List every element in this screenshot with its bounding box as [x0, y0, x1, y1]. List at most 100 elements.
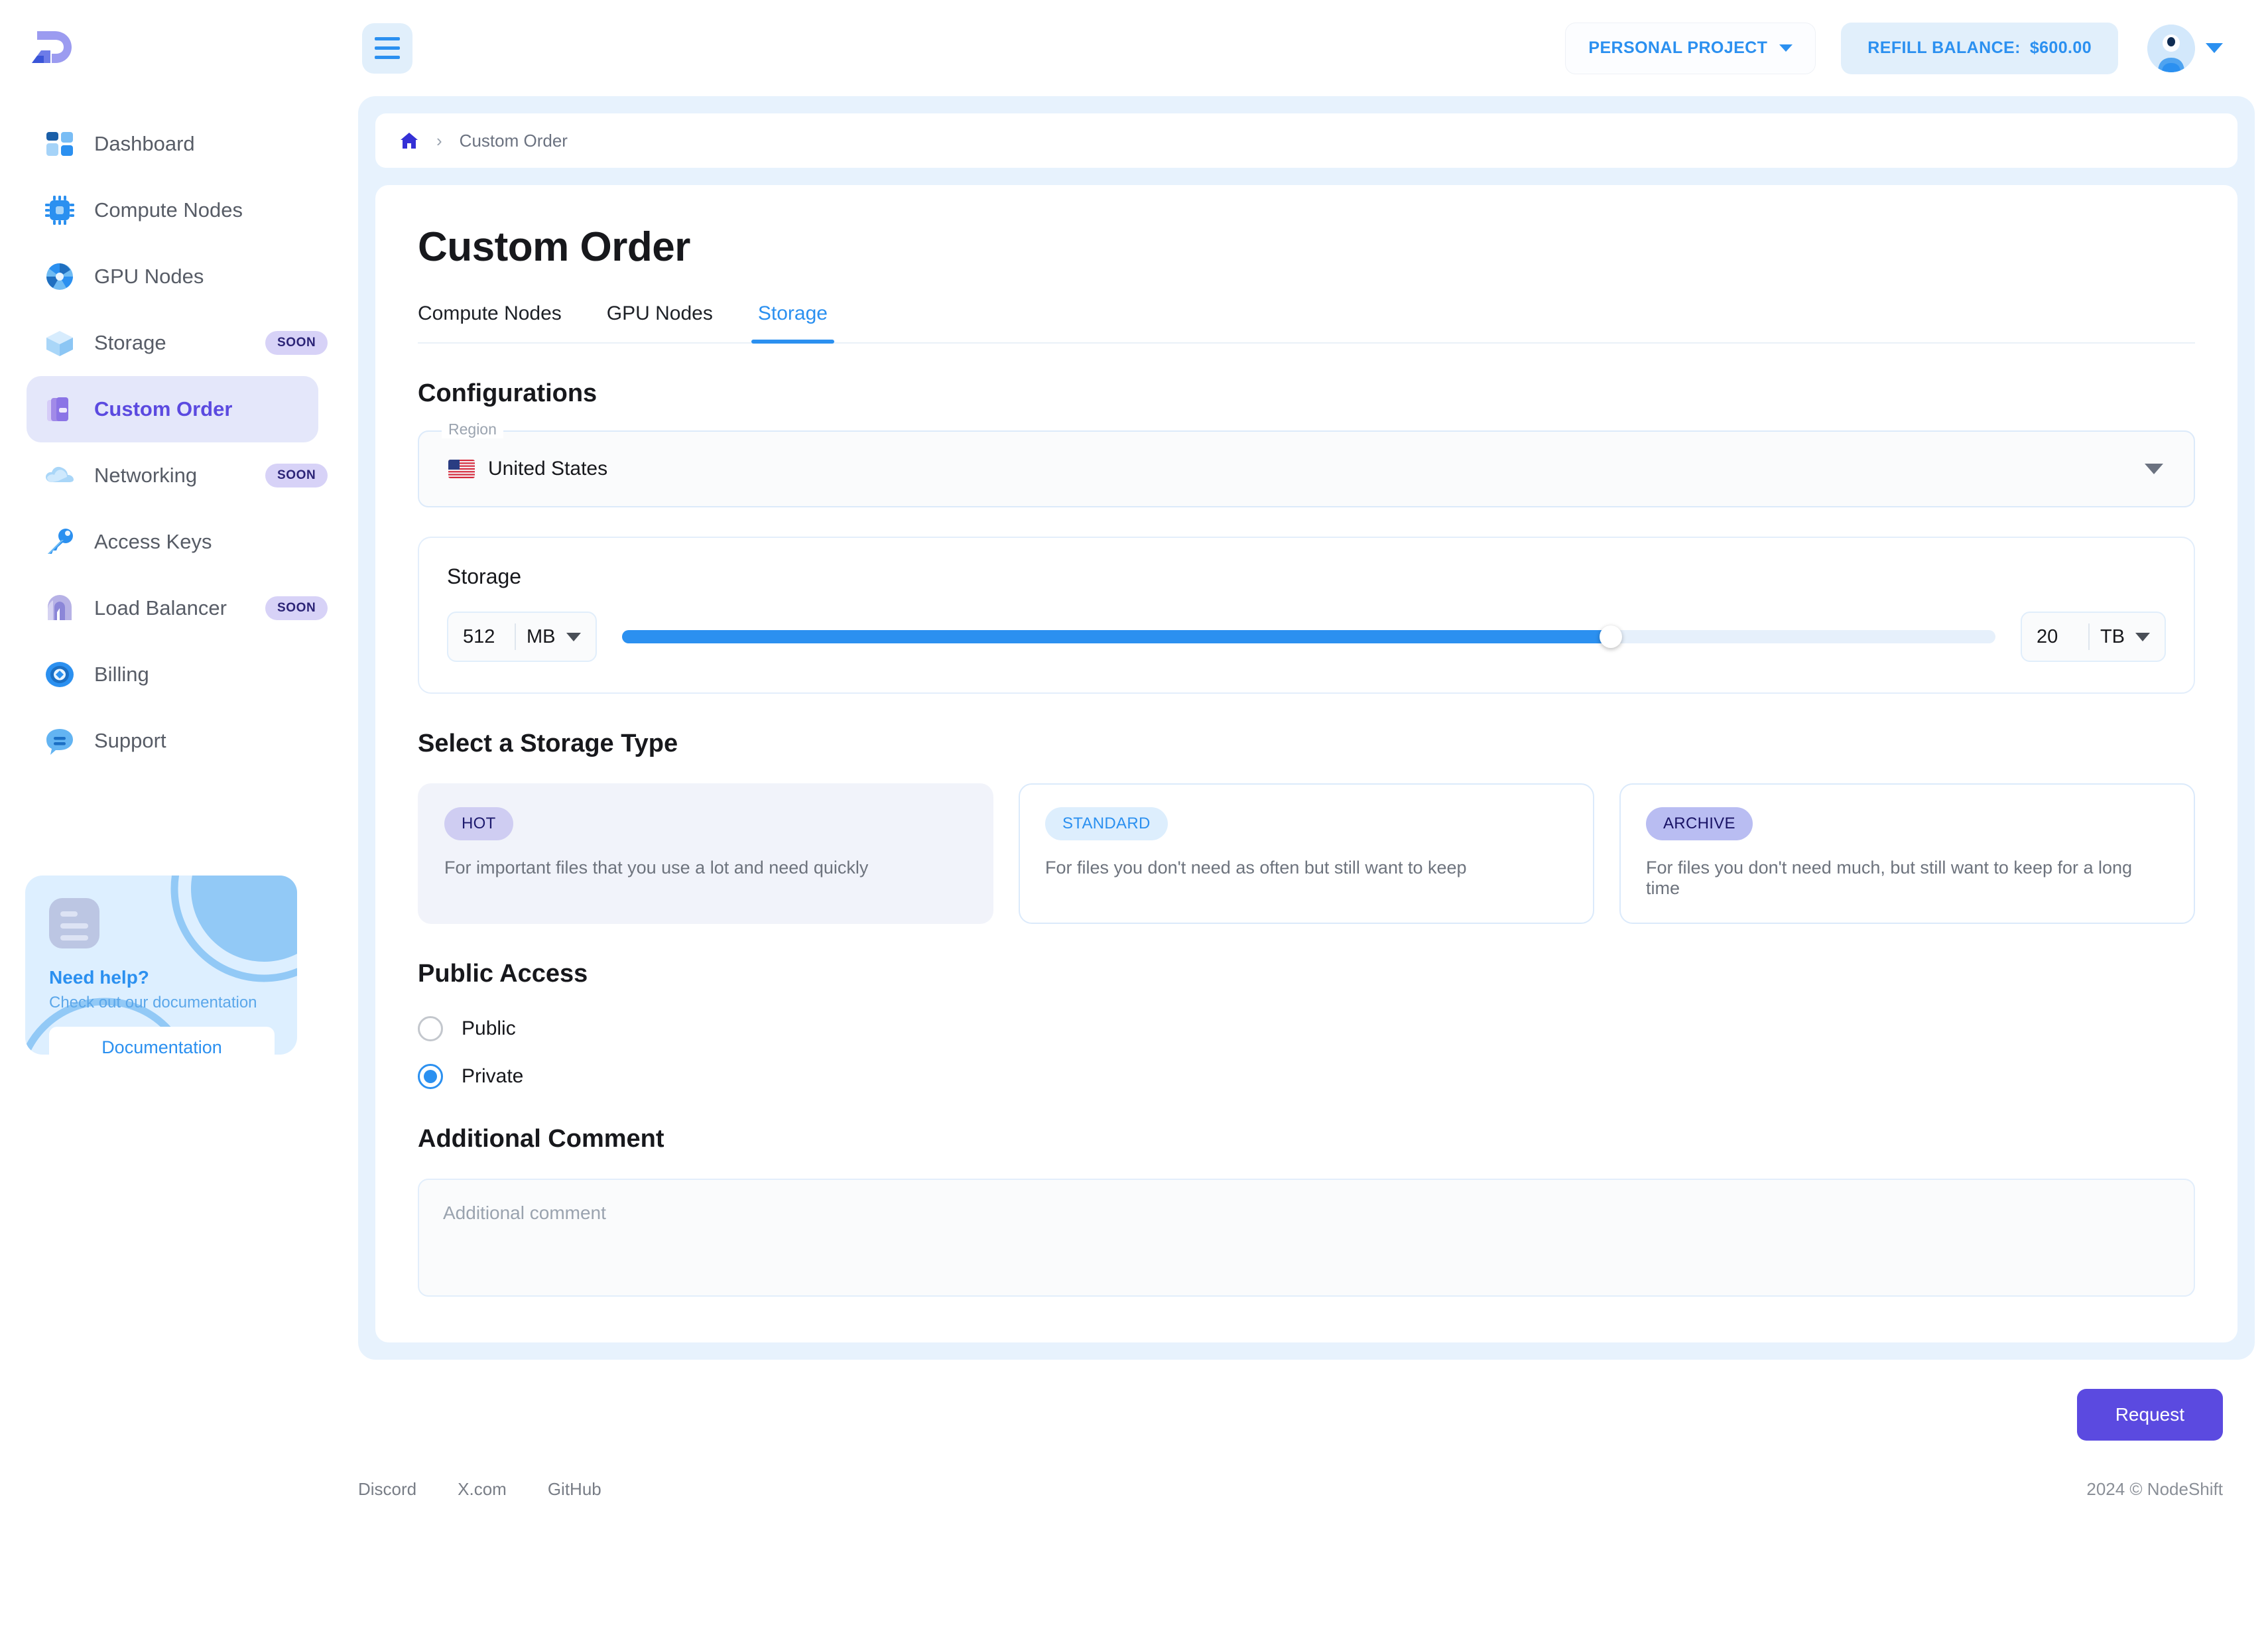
storage-type-tag: ARCHIVE — [1646, 807, 1753, 840]
storage-type-card-standard[interactable]: STANDARD For files you don't need as oft… — [1019, 783, 1594, 924]
home-icon[interactable] — [399, 131, 419, 151]
tab-storage[interactable]: Storage — [735, 302, 850, 344]
radio-circle-checked-icon[interactable] — [418, 1064, 443, 1089]
soon-badge: SOON — [265, 464, 328, 487]
storage-slider-panel: Storage 512 MB 20 TB — [418, 537, 2195, 694]
sidebar-item-label: Access Keys — [94, 530, 212, 553]
dropdown-caret-icon — [2145, 464, 2163, 474]
main-area: PERSONAL PROJECT REFILL BALANCE: $600.00 — [345, 0, 2268, 1625]
documentation-button[interactable]: Documentation — [49, 1027, 275, 1055]
storage-type-card-archive[interactable]: ARCHIVE For files you don't need much, b… — [1619, 783, 2195, 924]
region-select[interactable]: Region United States — [418, 421, 2195, 507]
project-selector-label: PERSONAL PROJECT — [1588, 38, 1768, 57]
dropdown-caret-icon — [2135, 632, 2150, 641]
user-menu[interactable] — [2147, 24, 2223, 72]
project-selector-button[interactable]: PERSONAL PROJECT — [1565, 22, 1816, 74]
sidebar-item-label: Storage — [94, 331, 166, 354]
nodeshift-logo-icon — [32, 31, 72, 63]
sidebar-item-support[interactable]: Support — [27, 708, 318, 774]
footer-copyright: 2024 © NodeShift — [2086, 1479, 2223, 1499]
refill-balance-button[interactable]: REFILL BALANCE: $600.00 — [1841, 22, 2118, 74]
additional-comment-textarea[interactable] — [418, 1179, 2195, 1297]
breadcrumb-separator: › — [436, 130, 442, 151]
breadcrumb: › Custom Order — [375, 113, 2237, 168]
sidebar-item-storage[interactable]: Storage SOON — [27, 310, 328, 376]
sidebar-nav: Dashboard Compute Nodes GPU Nodes Storag… — [0, 111, 345, 774]
tab-bar: Compute Nodes GPU Nodes Storage — [418, 302, 2195, 344]
footer-link-xcom[interactable]: X.com — [458, 1479, 507, 1500]
footer-link-github[interactable]: GitHub — [548, 1479, 601, 1500]
sidebar-item-networking[interactable]: Networking SOON — [27, 442, 328, 509]
storage-type-grid: HOT For important files that you use a l… — [418, 783, 2195, 924]
storage-max-input[interactable]: 20 TB — [2020, 612, 2166, 662]
brand-logo[interactable] — [0, 0, 345, 96]
sidebar-item-custom-order[interactable]: Custom Order — [27, 376, 318, 442]
radio-label: Public — [462, 1017, 516, 1039]
sidebar-item-label: GPU Nodes — [94, 265, 204, 288]
public-access-radio-group: Public Private — [418, 1016, 2195, 1089]
storage-type-description: For important files that you use a lot a… — [444, 858, 869, 878]
sidebar-item-gpu-nodes[interactable]: GPU Nodes — [27, 243, 318, 310]
sidebar-item-dashboard[interactable]: Dashboard — [27, 111, 318, 177]
storage-type-tag: HOT — [444, 807, 513, 840]
tab-compute-nodes[interactable]: Compute Nodes — [418, 302, 584, 342]
storage-slider[interactable] — [621, 625, 1995, 648]
sidebar-item-compute-nodes[interactable]: Compute Nodes — [27, 177, 318, 243]
cloud-icon — [46, 466, 74, 482]
slider-thumb[interactable] — [1599, 625, 1622, 648]
radio-option-public[interactable]: Public — [418, 1016, 2195, 1041]
refill-balance-label: REFILL BALANCE: — [1867, 38, 2021, 57]
dashboard-icon — [46, 132, 73, 156]
storage-min-input[interactable]: 512 MB — [447, 612, 597, 662]
help-card-content: Need help? Check out our documentation D… — [25, 876, 297, 1055]
region-value: United States — [488, 458, 608, 480]
divider — [515, 623, 516, 650]
page-shell: › Custom Order Custom Order Compute Node… — [358, 96, 2255, 1360]
soon-badge: SOON — [265, 331, 328, 355]
footer-link-discord[interactable]: Discord — [358, 1479, 416, 1500]
dropdown-caret-icon — [566, 632, 581, 641]
sidebar-item-label: Compute Nodes — [94, 198, 243, 222]
document-icon — [49, 898, 99, 948]
radio-circle-icon[interactable] — [418, 1016, 443, 1041]
help-card-subtitle: Check out our documentation — [49, 994, 257, 1011]
sidebar-item-label: Support — [94, 729, 166, 752]
content-card: Custom Order Compute Nodes GPU Nodes Sto… — [375, 185, 2237, 1342]
storage-max-value: 20 — [2036, 625, 2058, 647]
additional-comment-heading: Additional Comment — [418, 1125, 664, 1153]
user-avatar-icon — [2147, 24, 2195, 72]
sidebar-item-billing[interactable]: Billing — [27, 641, 318, 708]
load-balancer-icon — [48, 595, 72, 620]
sidebar-item-label: Dashboard — [94, 132, 195, 155]
radio-label: Private — [462, 1065, 524, 1087]
sidebar-item-label: Load Balancer — [94, 596, 227, 619]
storage-min-unit-select[interactable]: MB — [527, 626, 590, 648]
storage-type-description: For files you don't need as often but st… — [1045, 858, 1467, 878]
hamburger-icon[interactable] — [362, 23, 412, 74]
sidebar-item-label: Billing — [94, 663, 149, 686]
public-access-heading: Public Access — [418, 960, 588, 988]
soon-badge: SOON — [265, 596, 328, 620]
storage-min-unit: MB — [527, 625, 556, 647]
storage-max-unit-select[interactable]: TB — [2100, 626, 2159, 648]
sidebar-item-access-keys[interactable]: Access Keys — [27, 509, 318, 575]
storage-slider-row: 512 MB 20 TB — [447, 612, 2166, 662]
storage-type-tag: STANDARD — [1045, 807, 1168, 840]
cube-icon — [46, 331, 73, 356]
breadcrumb-current: Custom Order — [459, 130, 568, 151]
footer: Discord X.com GitHub 2024 © NodeShift — [345, 1441, 2268, 1500]
storage-type-card-hot[interactable]: HOT For important files that you use a l… — [418, 783, 993, 924]
chevron-down-icon — [2206, 43, 2223, 53]
help-card: Need help? Check out our documentation D… — [25, 876, 297, 1055]
storage-type-description: For files you don't need much, but still… — [1646, 858, 2133, 898]
us-flag-icon — [448, 460, 475, 478]
app-root: Dashboard Compute Nodes GPU Nodes Storag… — [0, 0, 2268, 1625]
tab-gpu-nodes[interactable]: GPU Nodes — [584, 302, 735, 342]
sidebar-item-load-balancer[interactable]: Load Balancer SOON — [27, 575, 328, 641]
request-button[interactable]: Request — [2076, 1389, 2223, 1441]
avatar — [2147, 24, 2195, 72]
radio-option-private[interactable]: Private — [418, 1064, 2195, 1089]
help-card-title: Need help? — [49, 967, 149, 988]
cpu-icon — [45, 196, 74, 225]
topbar: PERSONAL PROJECT REFILL BALANCE: $600.00 — [345, 0, 2268, 96]
